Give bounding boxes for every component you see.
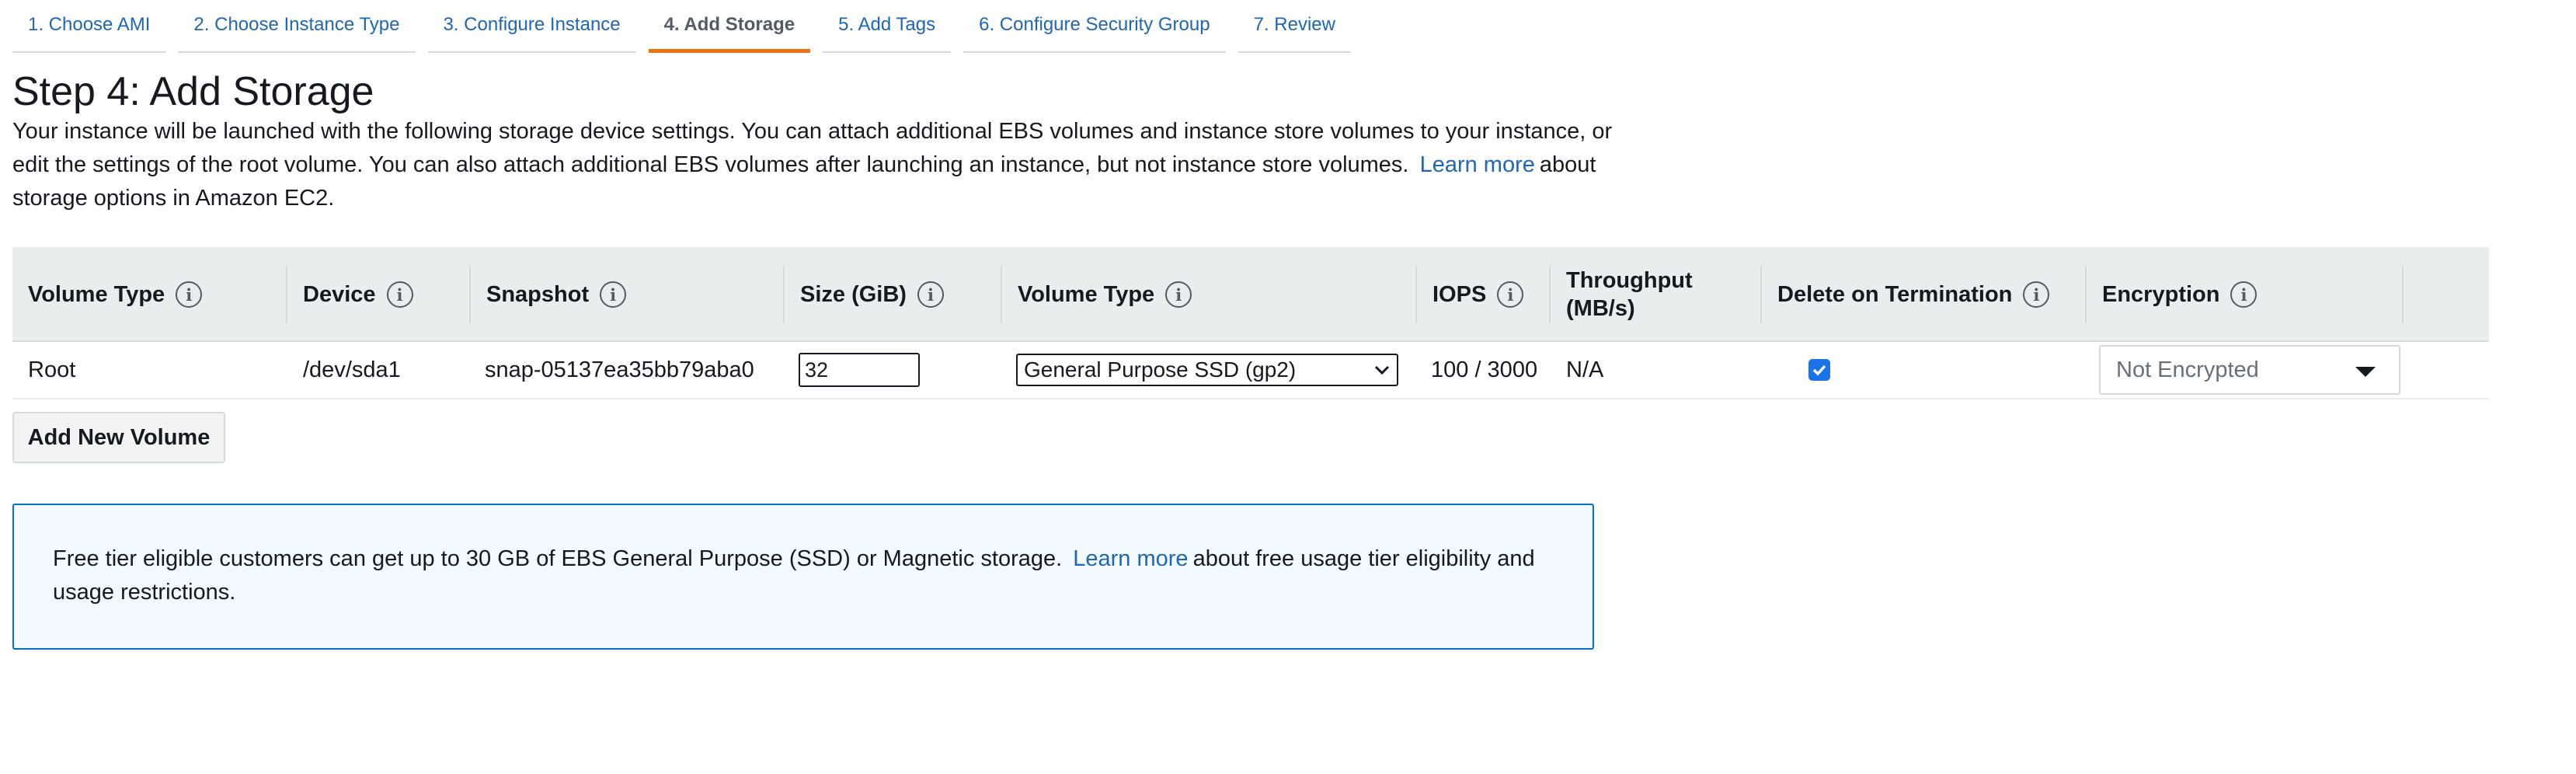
volume-type-select[interactable]: General Purpose SSD (gp2) [1016, 354, 1398, 386]
header-label: Volume Type [28, 281, 165, 307]
info-icon[interactable]: i [176, 281, 203, 308]
header-snapshot: Snapshot i [471, 247, 785, 342]
header-iops: IOPS i [1417, 247, 1551, 342]
info-icon[interactable]: i [600, 281, 627, 308]
table-header: Volume Type i Device i Snapshot i Size (… [12, 247, 2489, 342]
header-size: Size (GiB) i [785, 247, 1002, 342]
cell-delete-on-termination [1808, 342, 1830, 398]
header-encryption: Encryption i [2087, 247, 2404, 342]
tab-configure-security-group[interactable]: 6. Configure Security Group [963, 0, 1226, 53]
tab-choose-ami[interactable]: 1. Choose AMI [12, 0, 166, 53]
header-label: Size (GiB) [800, 281, 907, 307]
volume-type-selected: General Purpose SSD (gp2) [1024, 357, 1297, 382]
learn-more-link[interactable]: Learn more [1415, 152, 1540, 177]
header-label: IOPS [1432, 281, 1487, 307]
info-icon[interactable]: i [917, 281, 944, 308]
info-icon[interactable]: i [1165, 281, 1192, 308]
cell-snapshot: snap-05137ea35bb79aba0 [485, 357, 754, 382]
cell-device: /dev/sda1 [303, 357, 401, 382]
alert-text: Free tier eligible customers can get up … [53, 546, 1063, 571]
encryption-selected: Not Encrypted [2116, 357, 2259, 382]
page-title: Step 4: Add Storage [12, 69, 374, 114]
cell-size [799, 342, 920, 398]
cell-encryption: Not Encrypted [2099, 345, 2400, 395]
header-device: Device i [287, 247, 471, 342]
delete-on-termination-checkbox[interactable] [1808, 359, 1830, 381]
tab-choose-instance-type[interactable]: 2. Choose Instance Type [178, 0, 416, 53]
caret-down-icon [2355, 367, 2376, 377]
cell-throughput: N/A [1566, 357, 1604, 382]
info-icon[interactable]: i [1497, 281, 1524, 308]
column-divider [2402, 266, 2404, 323]
cell-iops: 100 / 3000 [1431, 357, 1538, 382]
info-icon[interactable]: i [2023, 281, 2050, 308]
table-row: Root /dev/sda1 snap-05137ea35bb79aba0 Ge… [12, 342, 2489, 399]
header-label: Throughput (MB/s) [1566, 268, 1693, 321]
tab-add-tags[interactable]: 5. Add Tags [823, 0, 952, 53]
encryption-select[interactable]: Not Encrypted [2099, 345, 2400, 395]
header-volume-type: Volume Type i [12, 247, 287, 342]
cell-volume-type: Root [28, 357, 76, 382]
info-icon[interactable]: i [2230, 281, 2257, 308]
info-icon[interactable]: i [386, 281, 413, 308]
chevron-down-icon [1374, 365, 1390, 375]
tab-configure-instance[interactable]: 3. Configure Instance [427, 0, 636, 53]
tab-add-storage[interactable]: 4. Add Storage [648, 0, 811, 53]
free-tier-info-box: Free tier eligible customers can get up … [12, 504, 1594, 650]
header-label: Encryption [2102, 281, 2220, 307]
header-throughput: Throughput (MB/s) [1551, 247, 1762, 342]
header-label: Device [303, 281, 376, 307]
header-label: Snapshot [486, 281, 590, 307]
intro-paragraph: Your instance will be launched with the … [12, 115, 1620, 215]
check-icon [1812, 364, 1826, 376]
alert-learn-more-link[interactable]: Learn more [1068, 546, 1192, 571]
intro-text: Your instance will be launched with the … [12, 119, 1613, 177]
header-label: Delete on Termination [1777, 281, 2013, 307]
header-delete-on-termination: Delete on Termination i [1762, 247, 2087, 342]
tab-review[interactable]: 7. Review [1238, 0, 1351, 53]
storage-table: Volume Type i Device i Snapshot i Size (… [12, 247, 2489, 399]
header-label: Volume Type [1018, 281, 1155, 307]
cell-vol-type: General Purpose SSD (gp2) [1016, 342, 1398, 398]
header-vol-type: Volume Type i [1002, 247, 1417, 342]
add-new-volume-button[interactable]: Add New Volume [12, 412, 225, 463]
wizard-tabs: 1. Choose AMI 2. Choose Instance Type 3.… [12, 0, 1363, 53]
size-input[interactable] [799, 353, 920, 387]
